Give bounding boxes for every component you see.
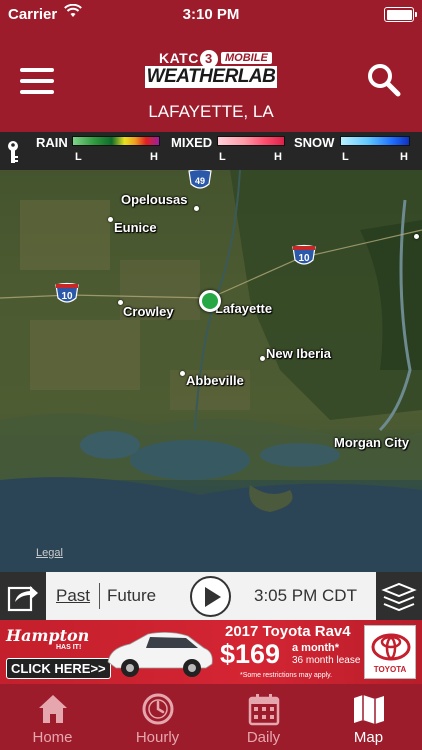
legend-rain-low: L: [75, 151, 82, 163]
car-image: [107, 632, 213, 677]
key-icon[interactable]: [5, 140, 21, 164]
status-bar: Carrier 3:10 PM: [0, 0, 422, 30]
legend-rain-high: H: [150, 151, 158, 163]
svg-text:10: 10: [61, 291, 73, 302]
tab-bar: Home Hourly Daily Map: [0, 684, 422, 750]
city-dot: [260, 356, 265, 361]
ad-lease-term: 36 month lease: [292, 655, 361, 666]
calendar-icon: [248, 694, 280, 726]
ad-title: 2017 Toyota Rav4: [225, 623, 351, 640]
ad-price: $169: [220, 639, 281, 669]
city-morgan-city: Morgan City: [334, 435, 410, 450]
legend-rain-label: RAIN: [36, 135, 68, 150]
location-label[interactable]: LAFAYETTE, LA: [0, 102, 422, 122]
logo-brand: WEATHERLAB: [145, 66, 277, 88]
tab-daily-label: Daily: [246, 729, 281, 746]
city-new-iberia: New Iberia: [266, 346, 332, 361]
clock-icon: [142, 693, 174, 725]
toyota-logo: TOYOTA: [364, 625, 416, 679]
city-opelousas: Opelousas: [121, 192, 188, 207]
tab-map[interactable]: Map: [316, 684, 421, 750]
current-location-marker[interactable]: [199, 290, 221, 312]
katc-weatherlab-logo: KATC 3 MOBILE WEATHERLAB: [145, 48, 277, 92]
legend-snow-high: H: [400, 151, 408, 163]
city-lafayette: Lafayette: [215, 301, 273, 316]
play-icon: [205, 587, 221, 607]
radar-legend: RAIN L H MIXED L H SNOW L H: [0, 132, 422, 170]
tab-hourly-label: Hourly: [135, 729, 180, 746]
city-dot: [108, 217, 113, 222]
ad-dealer-name: Hampton: [6, 626, 90, 645]
tab-hourly[interactable]: Hourly: [105, 684, 210, 750]
battery-icon: [384, 7, 417, 22]
legend-rain-bar: [72, 136, 160, 146]
legal-link[interactable]: Legal: [36, 547, 63, 559]
ad-per-month: a month*: [292, 642, 340, 654]
legend-mixed-low: L: [219, 151, 226, 163]
toyota-wordmark: TOYOTA: [373, 665, 407, 674]
legend-mixed-high: H: [274, 151, 282, 163]
interstate-49-shield-icon: 49: [188, 170, 212, 189]
city-dot: [194, 206, 199, 211]
city-dot: [180, 371, 185, 376]
tab-daily[interactable]: Daily: [211, 684, 316, 750]
logo-mobile: MOBILE: [221, 52, 272, 64]
interstate-10-shield-icon: 10: [292, 244, 316, 265]
city-dot: [414, 234, 419, 239]
svg-text:10: 10: [298, 253, 310, 264]
search-button[interactable]: [366, 62, 402, 98]
ad-click-here-button[interactable]: CLICK HERE>>: [6, 658, 111, 679]
radar-timestamp: 3:05 PM CDT: [254, 586, 357, 605]
share-button[interactable]: [0, 572, 46, 620]
ad-banner[interactable]: Hampton HAS IT! CLICK HERE>> 2017 Toyota…: [0, 620, 422, 684]
ad-dealer-tagline: HAS IT!: [56, 644, 82, 651]
radar-controls: Past Future 3:05 PM CDT: [0, 572, 422, 620]
legend-snow-low: L: [342, 151, 349, 163]
past-button[interactable]: Past: [56, 586, 90, 606]
legend-snow-bar: [340, 136, 410, 146]
map-terrain: [0, 170, 422, 572]
legend-snow-label: SNOW: [294, 135, 335, 150]
city-crowley: Crowley: [123, 304, 174, 319]
city-abbeville: Abbeville: [186, 373, 244, 388]
ad-restrictions: *Some restrictions may apply.: [240, 672, 333, 679]
legend-mixed-label: MIXED: [171, 135, 213, 150]
tab-home-label: Home: [32, 729, 73, 746]
play-button[interactable]: [190, 576, 231, 617]
controls-divider: [99, 583, 100, 609]
radar-map[interactable]: 49 10 10 Opelousas Eunice Crowley Lafaye…: [0, 170, 422, 572]
tab-home[interactable]: Home: [0, 684, 105, 750]
map-icon: [354, 695, 384, 724]
svg-text:49: 49: [195, 176, 205, 186]
menu-button[interactable]: [20, 68, 54, 94]
tab-map-label: Map: [353, 729, 384, 746]
legend-mixed-bar: [217, 136, 285, 146]
status-time: 3:10 PM: [182, 6, 240, 23]
search-icon: [368, 64, 401, 97]
future-button[interactable]: Future: [107, 586, 156, 606]
toyota-emblem-icon: [371, 633, 411, 661]
layers-button[interactable]: [376, 572, 422, 620]
share-icon: [7, 586, 38, 612]
home-icon: [39, 695, 67, 723]
interstate-10-shield-icon: 10: [55, 282, 79, 303]
app-header: KATC 3 MOBILE WEATHERLAB LAFAYETTE, LA: [0, 30, 422, 132]
city-eunice: Eunice: [114, 220, 157, 235]
layers-icon: [381, 582, 417, 612]
